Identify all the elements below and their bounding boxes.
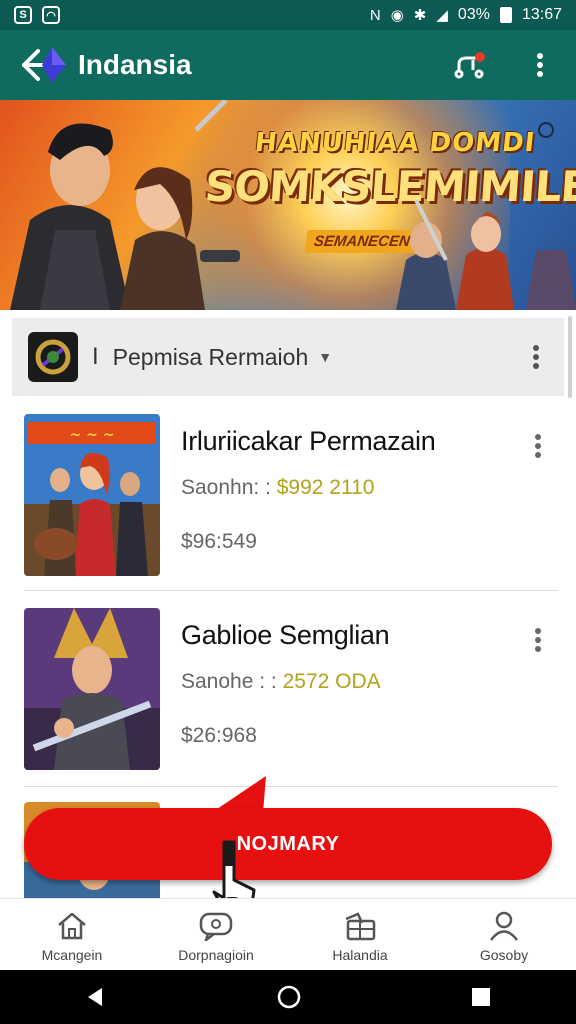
chevron-down-icon[interactable]: ▼ bbox=[318, 349, 332, 365]
chat-icon bbox=[199, 912, 233, 941]
item-title: Gablioe Semglian bbox=[181, 620, 390, 650]
nav-label: Gosoby bbox=[479, 947, 529, 963]
filter-separator: I bbox=[92, 343, 99, 370]
overflow-menu-icon[interactable] bbox=[522, 47, 558, 83]
item-subtitle: Saonhn: : $992 2110 bbox=[181, 476, 374, 500]
notification-icon: S bbox=[14, 6, 32, 24]
home-icon bbox=[58, 912, 86, 940]
system-back-icon[interactable] bbox=[84, 985, 108, 1009]
status-bar: S ◠ Ν ◉ ✱ ◢ 03% 13:67 bbox=[0, 0, 576, 30]
banner-search-icon[interactable] bbox=[538, 122, 554, 138]
status-left: S ◠ bbox=[14, 6, 60, 24]
app-actions bbox=[452, 47, 558, 83]
item-title: Irluriicakar Permazain bbox=[181, 426, 436, 456]
category-filter[interactable]: I Pepmisa Rermaioh ▼ bbox=[12, 318, 564, 396]
status-right: Ν ◉ ✱ ◢ 03% 13:67 bbox=[370, 6, 562, 24]
item-thumbnail: ~ ~ ~ bbox=[24, 414, 160, 576]
banner-headline-1: HANUHIAA DOMDI bbox=[253, 128, 537, 158]
item-sub-value: $992 2110 bbox=[276, 476, 375, 499]
filter-overflow-icon[interactable] bbox=[524, 344, 548, 370]
item-thumbnail bbox=[24, 608, 160, 770]
item-overflow-icon[interactable] bbox=[524, 428, 552, 464]
item-overflow-icon[interactable] bbox=[524, 622, 552, 658]
bottom-navigation: Mcangein Dorpnagioin Halandia Gosoby bbox=[0, 898, 576, 970]
nav-item-chat[interactable]: Dorpnagioin bbox=[144, 899, 288, 970]
nav-label: Halandia bbox=[332, 947, 388, 963]
nav-label: Dorpnagioin bbox=[178, 947, 254, 963]
item-sub-label: Sanohe : : bbox=[181, 670, 277, 693]
nav-label: Mcangein bbox=[41, 947, 103, 963]
nav-item-home[interactable]: Mcangein bbox=[0, 899, 144, 970]
scrollbar[interactable] bbox=[568, 316, 572, 398]
app-screen: S ◠ Ν ◉ ✱ ◢ 03% 13:67 Indansia HANUHIAA … bbox=[0, 0, 576, 1024]
item-subtitle: Sanohe : : 2572 ODA bbox=[181, 670, 381, 694]
primary-action-button[interactable]: NOJMARY bbox=[24, 808, 552, 880]
item-sub-value: 2572 ODA bbox=[282, 670, 381, 693]
system-home-icon[interactable] bbox=[276, 984, 302, 1010]
item-sub-label: Saonhn: : bbox=[181, 476, 271, 499]
wifi-icon: ◉ bbox=[390, 6, 404, 24]
category-logo bbox=[28, 332, 78, 382]
list-item[interactable]: Gablioe Semglian Sanohe : : 2572 ODA $26… bbox=[0, 592, 576, 786]
nfc-icon: Ν bbox=[369, 6, 381, 24]
share-network-icon[interactable] bbox=[452, 47, 488, 83]
promo-banner[interactable]: HANUHIAA DOMDI SOMKSLEMIMILES SEMANECEN bbox=[0, 100, 576, 310]
back-arrow-icon[interactable] bbox=[18, 40, 78, 90]
app-bar: Indansia bbox=[0, 30, 576, 100]
nav-item-profile[interactable]: Gosoby bbox=[432, 899, 576, 970]
battery-icon bbox=[499, 7, 512, 23]
system-recents-icon[interactable] bbox=[470, 986, 492, 1008]
wallet-icon bbox=[345, 912, 376, 941]
app-title: Indansia bbox=[78, 49, 192, 80]
item-price: $96:549 bbox=[181, 530, 257, 553]
divider bbox=[24, 590, 558, 591]
list-item[interactable]: ~ ~ ~ Irluriicakar Permazain Saonhn: : $… bbox=[0, 398, 576, 592]
item-price: $26:968 bbox=[181, 724, 257, 747]
signal-icon: ◢ bbox=[436, 6, 448, 24]
cloud-notification-icon: ◠ bbox=[42, 6, 60, 24]
filter-label: Pepmisa Rermaioh bbox=[112, 343, 309, 370]
system-navigation-bar bbox=[0, 970, 576, 1024]
svg-text:~ ~ ~: ~ ~ ~ bbox=[70, 427, 115, 443]
settings-icon: ✱ bbox=[413, 6, 427, 24]
banner-warriors-illustration bbox=[396, 200, 576, 310]
person-icon bbox=[490, 911, 518, 941]
battery-percent: 03% bbox=[457, 6, 490, 23]
cta-container: NOJMARY bbox=[24, 776, 552, 882]
status-time: 13:67 bbox=[521, 6, 562, 23]
nav-item-wallet[interactable]: Halandia bbox=[288, 899, 432, 970]
